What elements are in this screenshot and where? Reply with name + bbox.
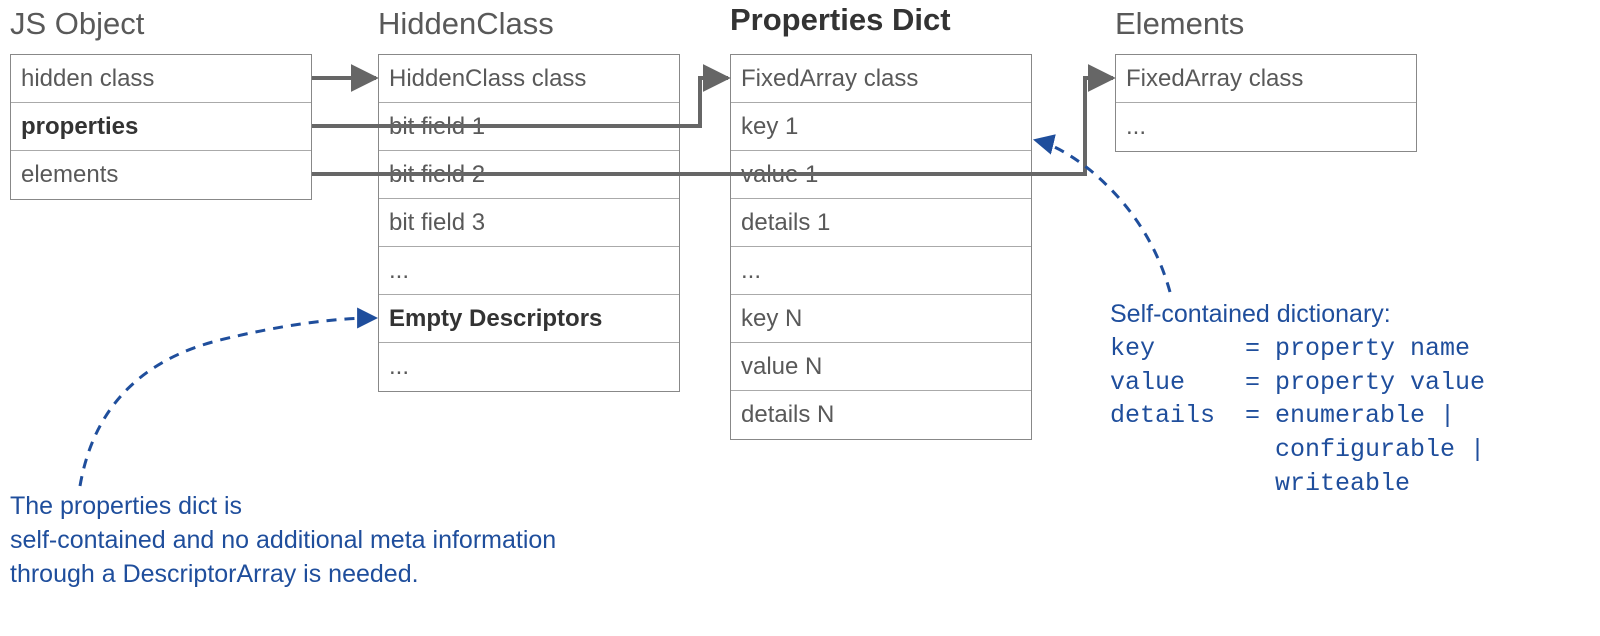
hiddenclass-row: Empty Descriptors [379, 295, 679, 343]
elements-box: FixedArray class ... [1115, 54, 1417, 152]
jsobject-row: elements [11, 151, 311, 199]
annotation-value: = enumerable | [1245, 399, 1455, 433]
propsdict-row: key 1 [731, 103, 1031, 151]
annotation-key: key [1110, 332, 1245, 366]
title-jsobject: JS Object [10, 6, 144, 42]
jsobject-box: hidden class properties elements [10, 54, 312, 200]
dashed-arrow-right [1035, 140, 1170, 292]
propsdict-row: FixedArray class [731, 55, 1031, 103]
elements-row: FixedArray class [1116, 55, 1416, 103]
hiddenclass-row: bit field 1 [379, 103, 679, 151]
hiddenclass-row: ... [379, 343, 679, 391]
propsdict-row: details 1 [731, 199, 1031, 247]
hiddenclass-row: HiddenClass class [379, 55, 679, 103]
annotation-line: self-contained and no additional meta in… [10, 524, 556, 558]
annotation-value: configurable | [1275, 433, 1485, 467]
propsdict-row: value N [731, 343, 1031, 391]
title-elements: Elements [1115, 6, 1244, 42]
hiddenclass-row: bit field 2 [379, 151, 679, 199]
elements-row: ... [1116, 103, 1416, 151]
dashed-arrow-left [80, 318, 376, 486]
propsdict-row: ... [731, 247, 1031, 295]
annotation-value: = property value [1245, 366, 1485, 400]
propsdict-box: FixedArray class key 1 value 1 details 1… [730, 54, 1032, 440]
annotation-value: = property name [1245, 332, 1470, 366]
hiddenclass-row: bit field 3 [379, 199, 679, 247]
annotation-line: The properties dict is [10, 490, 556, 524]
annotation-value: writeable [1275, 467, 1410, 501]
propsdict-row: value 1 [731, 151, 1031, 199]
annotation-key: value [1110, 366, 1245, 400]
annotation-right: Self-contained dictionary: key = propert… [1110, 298, 1485, 501]
propsdict-row: details N [731, 391, 1031, 439]
annotation-left: The properties dict is self-contained an… [10, 490, 556, 591]
annotation-line: Self-contained dictionary: [1110, 298, 1485, 332]
jsobject-row: properties [11, 103, 311, 151]
hiddenclass-box: HiddenClass class bit field 1 bit field … [378, 54, 680, 392]
title-hiddenclass: HiddenClass [378, 6, 554, 42]
title-propsdict: Properties Dict [730, 2, 951, 38]
propsdict-row: key N [731, 295, 1031, 343]
jsobject-row: hidden class [11, 55, 311, 103]
hiddenclass-row: ... [379, 247, 679, 295]
annotation-key: details [1110, 399, 1245, 433]
annotation-line: through a DescriptorArray is needed. [10, 558, 556, 592]
